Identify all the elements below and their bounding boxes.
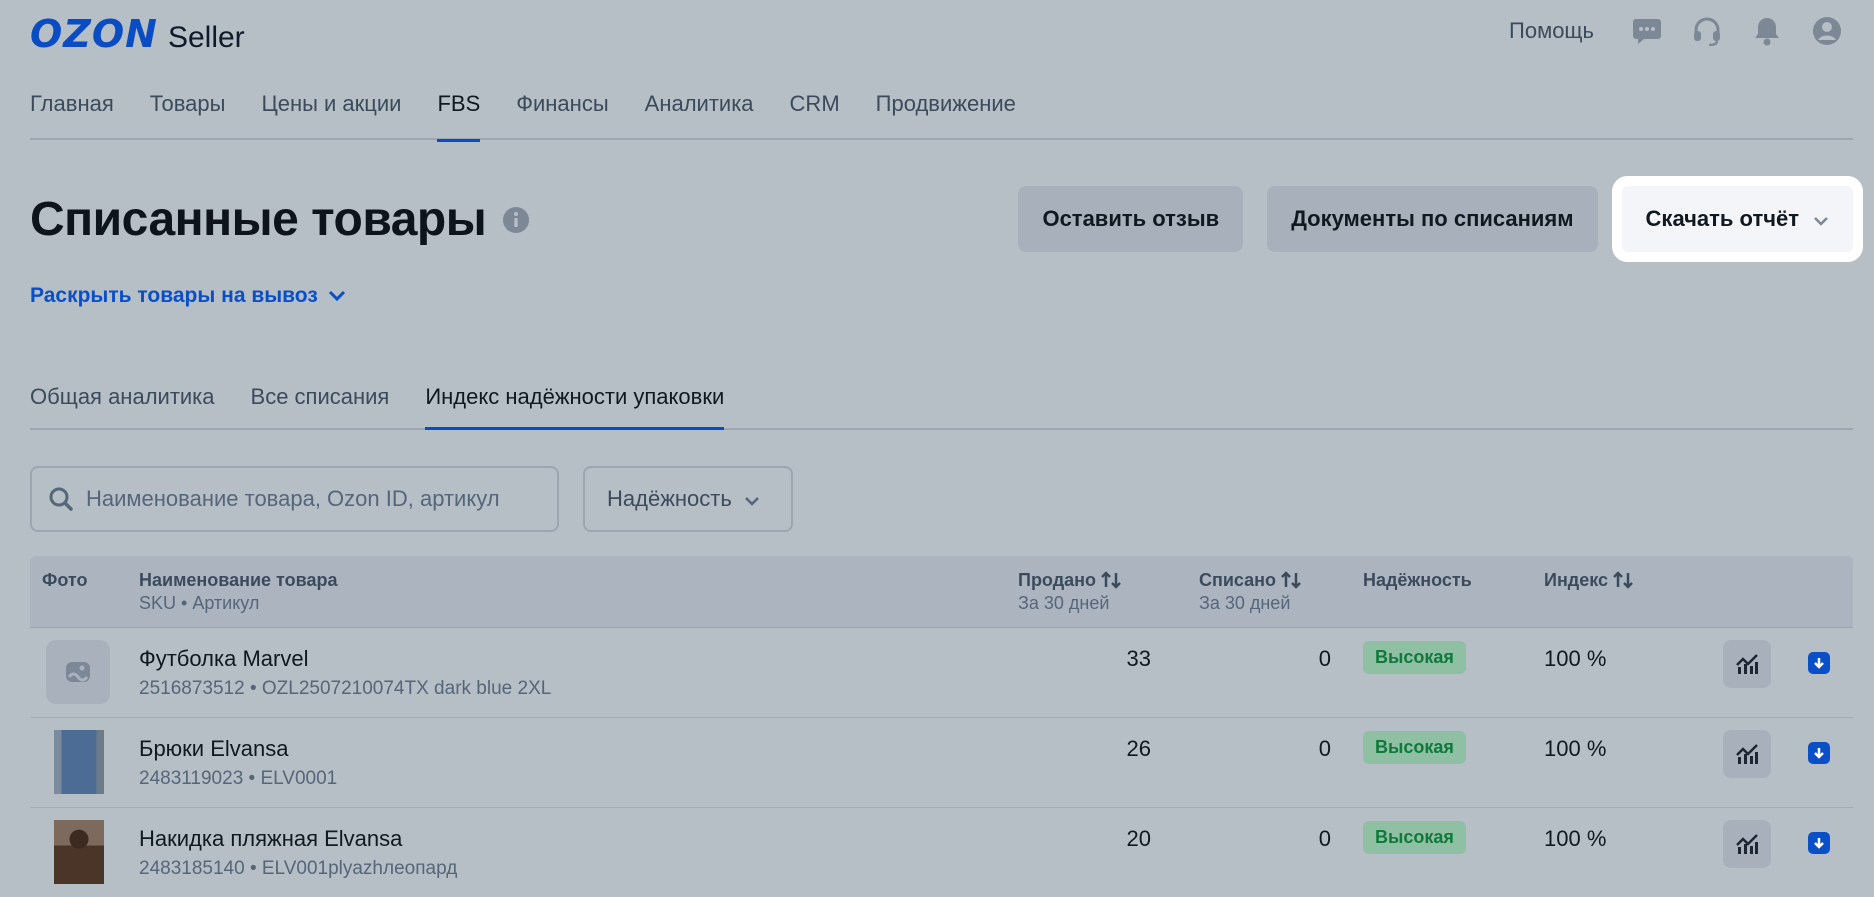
product-sku: 2516873512 • OZL2507210074TX dark blue 2… [139, 678, 552, 699]
products-table: Фото Наименование товара SKU • Артикул П… [30, 556, 1853, 897]
index-value: 100 % [1544, 646, 1607, 671]
help-link[interactable]: Помощь [1509, 18, 1594, 44]
nav-item-products[interactable]: Товары [150, 84, 226, 140]
chevron-down-icon [328, 290, 345, 302]
headset-icon[interactable] [1690, 14, 1724, 48]
nav-item-prices[interactable]: Цены и акции [261, 84, 401, 140]
download-report-label: Скачать отчёт [1645, 206, 1799, 231]
download-report-button[interactable]: Скачать отчёт [1621, 186, 1853, 252]
ozon-seller-logo[interactable]: OZON Seller [30, 12, 245, 56]
main-nav: Главная Товары Цены и акции FBS Финансы … [30, 84, 1853, 142]
download-button[interactable] [1808, 652, 1830, 674]
title-row: Списанные товары [30, 192, 530, 247]
product-photo-placeholder [46, 640, 110, 704]
sort-icon [1281, 571, 1301, 589]
reliability-badge: Высокая [1363, 641, 1466, 674]
download-icon [1814, 748, 1824, 759]
download-icon [1814, 658, 1824, 669]
column-written-off-sub: За 30 дней [1198, 593, 1291, 613]
download-icon [1814, 838, 1824, 849]
search-icon [49, 487, 73, 511]
product-name[interactable]: Брюки Elvansa [139, 736, 288, 762]
column-index-label: Индекс [1544, 570, 1609, 590]
nav-item-fbs[interactable]: FBS [437, 84, 480, 142]
product-photo [54, 820, 104, 884]
column-reliability: Надёжность [1363, 570, 1472, 590]
product-photo [54, 730, 104, 794]
column-name: Наименование товара SKU • Артикул [139, 570, 337, 614]
sort-icon [1613, 571, 1633, 589]
product-name[interactable]: Накидка пляжная Elvansa [139, 826, 402, 852]
profile-icon[interactable] [1810, 14, 1844, 48]
nav-item-promotion[interactable]: Продвижение [876, 84, 1016, 140]
sort-icon [1101, 571, 1121, 589]
written-off-count: 0 [1318, 736, 1331, 761]
tab-all-writeoffs[interactable]: Все списания [251, 376, 390, 428]
product-name[interactable]: Футболка Marvel [139, 646, 308, 672]
page-title: Списанные товары [30, 193, 487, 246]
chart-button[interactable] [1723, 640, 1771, 688]
reliability-select[interactable]: Надёжность [583, 466, 793, 532]
index-value: 100 % [1544, 826, 1607, 851]
reliability-badge: Высокая [1363, 731, 1466, 764]
nav-item-home[interactable]: Главная [30, 84, 114, 140]
column-sold-sub: За 30 дней [1018, 593, 1110, 613]
product-sku: 2483119023 • ELV0001 [139, 768, 338, 789]
column-sold-label: Продано [1018, 570, 1096, 590]
table-row[interactable]: Накидка пляжная Elvansa 2483185140 • ELV… [30, 808, 1853, 897]
reliability-select-label: Надёжность [607, 486, 732, 511]
logo-suffix: Seller [167, 21, 245, 54]
column-photo: Фото [42, 570, 88, 590]
bell-icon[interactable] [1750, 14, 1784, 48]
logo-brand: OZON [30, 12, 158, 56]
header-actions: Помощь [1509, 14, 1844, 48]
tab-packaging-index[interactable]: Индекс надёжности упаковки [425, 376, 724, 430]
search-field[interactable] [30, 466, 559, 532]
column-written-off-label: Списано [1198, 570, 1276, 590]
index-value: 100 % [1544, 736, 1607, 761]
info-icon[interactable] [502, 206, 530, 234]
sold-count: 26 [1126, 736, 1151, 761]
nav-item-finance[interactable]: Финансы [516, 84, 608, 140]
chart-icon [1736, 834, 1758, 854]
sold-count: 33 [1126, 646, 1151, 671]
chevron-down-icon [1813, 206, 1829, 232]
reliability-badge: Высокая [1363, 821, 1466, 854]
chat-icon[interactable] [1630, 14, 1664, 48]
written-off-count: 0 [1318, 646, 1331, 671]
column-name-label: Наименование товара [139, 570, 338, 590]
leave-feedback-button[interactable]: Оставить отзыв [1018, 186, 1244, 252]
page: OZON Seller Помощь Главная Товары Цены и… [0, 0, 1874, 897]
search-input[interactable] [86, 486, 526, 512]
expand-disposal-link[interactable]: Раскрыть товары на вывоз [30, 284, 346, 308]
column-index[interactable]: Индекс [1544, 570, 1634, 591]
table-row[interactable]: Брюки Elvansa 2483119023 • ELV0001 26 0 … [30, 718, 1853, 808]
table-header: Фото Наименование товара SKU • Артикул П… [30, 556, 1853, 628]
chevron-down-icon [744, 486, 760, 512]
chart-icon [1736, 744, 1758, 764]
chart-button[interactable] [1723, 820, 1771, 868]
expand-disposal-label: Раскрыть товары на вывоз [30, 284, 318, 307]
column-sold[interactable]: Продано За 30 дней [1018, 570, 1122, 614]
tab-general-analytics[interactable]: Общая аналитика [30, 376, 215, 428]
chart-icon [1736, 654, 1758, 674]
written-off-count: 0 [1318, 826, 1331, 851]
chart-button[interactable] [1723, 730, 1771, 778]
sold-count: 20 [1126, 826, 1151, 851]
page-actions: Оставить отзыв Документы по списаниям Ск… [1018, 186, 1853, 252]
product-sku: 2483185140 • ELV001plyazhлеопард [139, 858, 458, 879]
image-placeholder-icon [66, 662, 90, 682]
table-row[interactable]: Футболка Marvel 2516873512 • OZL25072100… [30, 628, 1853, 718]
nav-item-crm[interactable]: CRM [790, 84, 840, 140]
subtabs: Общая аналитика Все списания Индекс надё… [30, 376, 1853, 430]
download-button[interactable] [1808, 742, 1830, 764]
nav-item-analytics[interactable]: Аналитика [645, 84, 754, 140]
column-name-sub: SKU • Артикул [139, 593, 260, 613]
writeoff-documents-button[interactable]: Документы по списаниям [1267, 186, 1598, 252]
download-button[interactable] [1808, 832, 1830, 854]
column-written-off[interactable]: Списано За 30 дней [1199, 570, 1302, 614]
